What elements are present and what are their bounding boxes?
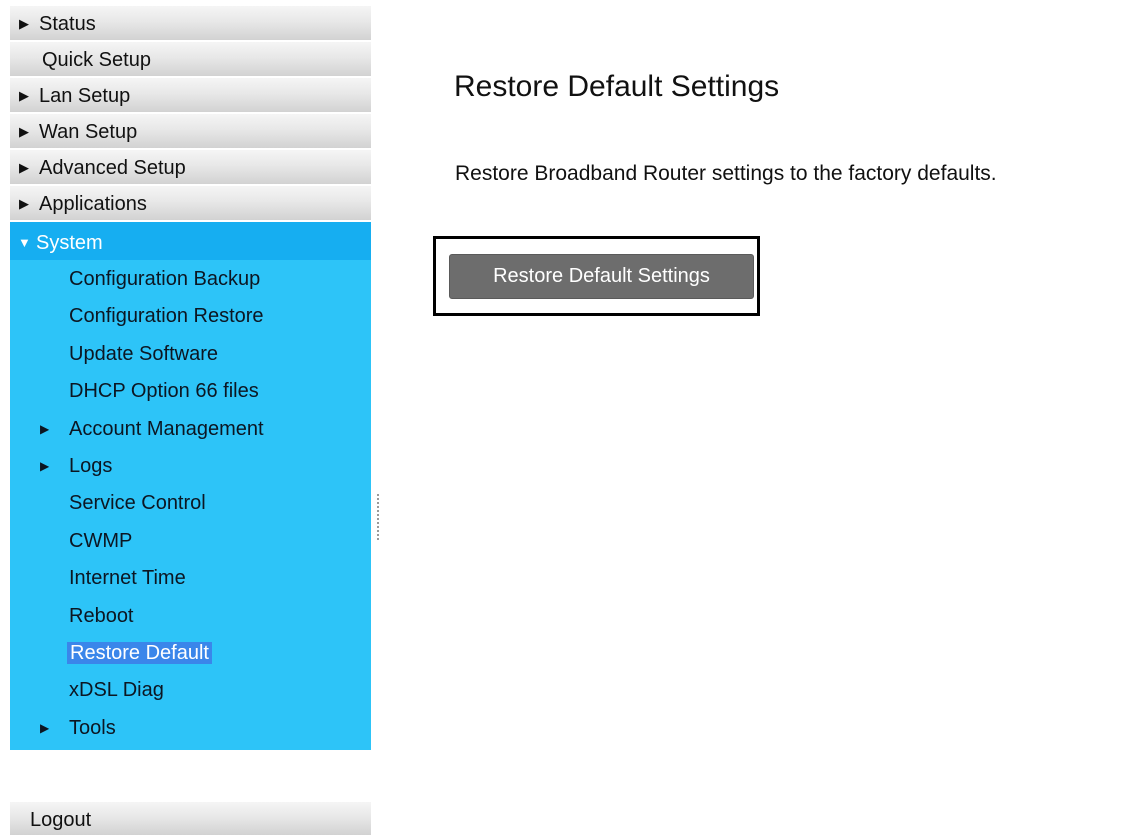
sub-update-software-label: Update Software <box>69 342 218 365</box>
sub-internet-time-label: Internet Time <box>69 567 186 590</box>
sub-config-backup-label: Configuration Backup <box>69 268 261 290</box>
sub-config-restore-label: Configuration Restore <box>69 305 264 328</box>
nav-wan-setup[interactable]: ▶ Wan Setup <box>10 114 371 150</box>
sub-service-control[interactable]: Service Control <box>10 484 371 521</box>
sub-logs[interactable]: ▶ Logs <box>10 447 371 484</box>
triangle-down-icon: ▼ <box>18 235 31 250</box>
sub-xdsl-diag-label: xDSL Diag <box>69 679 164 702</box>
sub-dhcp-option[interactable]: DHCP Option 66 files <box>10 372 371 409</box>
sub-reboot-label: Reboot <box>69 604 134 627</box>
nav-applications-label: Applications <box>39 193 147 215</box>
page-description: Restore Broadband Router settings to the… <box>455 162 997 185</box>
nav-status-label: Status <box>39 13 96 35</box>
sub-tools[interactable]: ▶ Tools <box>10 709 371 746</box>
nav-lan-setup[interactable]: ▶ Lan Setup <box>10 78 371 114</box>
sub-account-management[interactable]: ▶ Account Management <box>10 410 371 447</box>
sub-update-software[interactable]: Update Software <box>10 335 371 372</box>
nav-system[interactable]: ▼ System <box>10 222 371 260</box>
sub-service-control-label: Service Control <box>69 492 206 515</box>
sub-config-backup[interactable]: Configuration Backup <box>10 260 371 297</box>
triangle-right-icon: ▶ <box>40 720 50 735</box>
sub-xdsl-diag[interactable]: xDSL Diag <box>10 671 371 708</box>
sub-cwmp-label: CWMP <box>69 529 133 552</box>
sidebar-nav: ▶ Status Quick Setup ▶ Lan Setup ▶ Wan Setu… <box>10 6 371 837</box>
dotted-resize-handle-icon[interactable] <box>377 494 379 540</box>
sub-cwmp[interactable]: CWMP <box>10 522 371 559</box>
nav-wan-setup-label: Wan Setup <box>39 121 138 143</box>
sub-restore-default[interactable]: Restore Default <box>10 634 371 671</box>
triangle-right-icon: ▶ <box>19 16 29 31</box>
sub-dhcp-option-label: DHCP Option 66 files <box>69 380 259 403</box>
sub-internet-time[interactable]: Internet Time <box>10 559 371 596</box>
sub-config-restore[interactable]: Configuration Restore <box>10 297 371 334</box>
nav-system-label: System <box>36 232 103 254</box>
nav-quick-setup-label: Quick Setup <box>42 49 151 71</box>
sub-logs-label: Logs <box>69 454 113 477</box>
triangle-right-icon: ▶ <box>40 421 50 436</box>
triangle-right-icon: ▶ <box>19 160 29 175</box>
sub-reboot[interactable]: Reboot <box>10 597 371 634</box>
nav-lan-setup-label: Lan Setup <box>39 85 131 107</box>
nav-applications[interactable]: ▶ Applications <box>10 186 371 222</box>
sub-account-management-label: Account Management <box>69 417 264 440</box>
nav-logout-label: Logout <box>30 809 92 831</box>
nav-advanced-setup-label: Advanced Setup <box>39 157 186 179</box>
nav-quick-setup[interactable]: Quick Setup <box>10 42 371 78</box>
nav-advanced-setup[interactable]: ▶ Advanced Setup <box>10 150 371 186</box>
triangle-right-icon: ▶ <box>40 458 50 473</box>
sub-restore-default-label: Restore Default <box>67 641 212 664</box>
restore-default-settings-button[interactable]: Restore Default Settings <box>449 254 754 299</box>
triangle-right-icon: ▶ <box>19 196 29 211</box>
nav-logout[interactable]: Logout <box>10 802 371 837</box>
triangle-right-icon: ▶ <box>19 88 29 103</box>
page-title: Restore Default Settings <box>454 70 780 103</box>
triangle-right-icon: ▶ <box>19 124 29 139</box>
sub-tools-label: Tools <box>69 716 116 739</box>
nav-status[interactable]: ▶ Status <box>10 6 371 42</box>
system-submenu: ▼ System Configuration Backup Configurati… <box>10 222 371 751</box>
